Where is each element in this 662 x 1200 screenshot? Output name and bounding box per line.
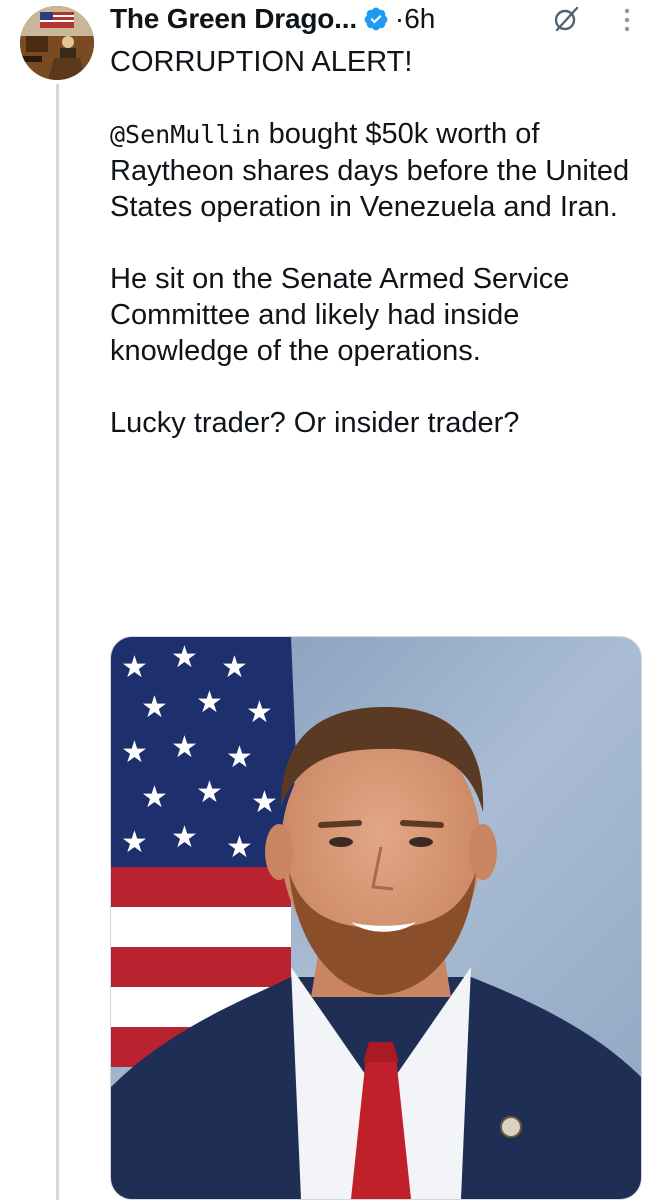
svg-text:★: ★ (171, 820, 198, 855)
tweet-body: CORRUPTION ALERT! @SenMullin bought $50k… (110, 44, 650, 477)
tweet-headline: CORRUPTION ALERT! (110, 46, 413, 78)
more-vertical-icon[interactable] (620, 6, 634, 34)
svg-text:★: ★ (171, 730, 198, 765)
thread-connector-line (56, 84, 59, 1200)
tweet-paragraph-1: @SenMullin bought $50k worth of Raytheon… (110, 116, 650, 225)
timestamp[interactable]: ·6h (395, 3, 435, 35)
verified-badge-icon (364, 7, 388, 31)
time-label: 6h (404, 3, 436, 34)
svg-text:★: ★ (196, 775, 223, 810)
tweet-paragraph-3: Lucky trader? Or insider trader? (110, 407, 520, 439)
svg-text:★: ★ (121, 825, 148, 860)
svg-text:★: ★ (121, 650, 148, 685)
svg-text:★: ★ (196, 685, 223, 720)
svg-text:★: ★ (226, 740, 253, 775)
author-name[interactable]: The Green Drago... (110, 3, 357, 35)
separator-dot: · (394, 3, 405, 34)
grok-icon[interactable] (551, 4, 581, 34)
svg-text:★: ★ (141, 690, 168, 725)
tweet-header: The Green Drago... ·6h (110, 0, 655, 38)
tweet-paragraph-2: He sit on the Senate Armed Service Commi… (110, 263, 570, 367)
svg-text:★: ★ (246, 695, 273, 730)
avatar[interactable] (20, 6, 94, 80)
avatar-image (20, 6, 94, 80)
tweet-photo[interactable]: ★ ★ ★ ★ ★ ★ ★ ★ ★ ★ ★ ★ ★ ★ ★ (110, 636, 642, 1200)
senator-portrait-image: ★ ★ ★ ★ ★ ★ ★ ★ ★ ★ ★ ★ ★ ★ ★ (111, 637, 641, 1199)
svg-text:★: ★ (141, 780, 168, 815)
svg-text:★: ★ (171, 640, 198, 675)
svg-text:★: ★ (221, 650, 248, 685)
mention-link[interactable]: @SenMullin (110, 120, 261, 149)
svg-text:★: ★ (251, 785, 278, 820)
svg-text:★: ★ (226, 830, 253, 865)
svg-text:★: ★ (121, 735, 148, 770)
